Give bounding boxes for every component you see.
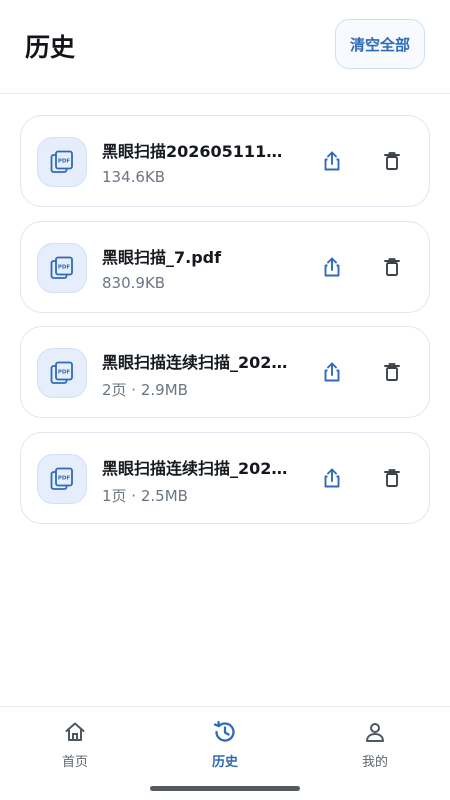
app-header: 历史 清空全部 xyxy=(0,0,450,94)
history-file-card[interactable]: PDF 黑眼扫描20260511151… 134.6KB xyxy=(20,115,430,207)
pdf-icon-text: PDF xyxy=(58,264,71,270)
share-icon xyxy=(324,151,340,171)
share-icon xyxy=(324,257,340,276)
nav-label-profile: 我的 xyxy=(361,755,388,770)
nav-item-home[interactable]: 首页 xyxy=(35,719,115,775)
home-indicator xyxy=(150,786,300,791)
trash-icon xyxy=(384,468,400,487)
file-name: 黑眼扫描连续扫描_202… xyxy=(102,353,288,372)
nav-item-profile[interactable]: 我的 xyxy=(335,719,415,775)
pdf-icon-text: PDF xyxy=(58,475,71,481)
history-list: PDF 黑眼扫描20260511151… 134.6KB PDF 黑眼扫描_7.… xyxy=(20,115,430,537)
page-title: 历史 xyxy=(25,33,76,62)
person-icon xyxy=(362,719,388,745)
trash-icon xyxy=(384,363,400,381)
file-meta: 2页 · 2.9MB xyxy=(102,381,188,399)
share-icon xyxy=(324,468,340,487)
file-meta: 830.9KB xyxy=(102,273,166,292)
file-name: 黑眼扫描_7.pdf xyxy=(102,247,222,267)
share-button[interactable] xyxy=(317,357,347,387)
delete-button[interactable] xyxy=(377,252,407,282)
share-button[interactable] xyxy=(317,146,347,176)
share-button[interactable] xyxy=(317,252,347,282)
clear-all-button[interactable]: 清空全部 xyxy=(335,19,425,69)
share-icon xyxy=(324,362,340,382)
pdf-icon-text: PDF xyxy=(58,159,71,165)
share-button[interactable] xyxy=(317,463,347,493)
nav-label-home: 首页 xyxy=(61,755,88,770)
file-name: 黑眼扫描20260511151… xyxy=(102,142,292,161)
history-file-card[interactable]: PDF 黑眼扫描连续扫描_202… 2页 · 2.9MB xyxy=(20,326,430,418)
home-icon xyxy=(62,719,88,745)
pdf-file-icon: PDF xyxy=(37,453,87,504)
nav-label-history: 历史 xyxy=(211,755,238,770)
history-icon xyxy=(212,719,238,745)
delete-button[interactable] xyxy=(377,463,407,493)
pdf-file-icon: PDF xyxy=(37,242,87,293)
trash-icon xyxy=(384,152,400,170)
pdf-icon-text: PDF xyxy=(58,370,71,376)
trash-icon xyxy=(384,257,400,276)
file-name: 黑眼扫描连续扫描_202… xyxy=(102,458,288,478)
pdf-file-icon: PDF xyxy=(37,348,87,398)
pdf-file-icon: PDF xyxy=(37,137,87,187)
delete-button[interactable] xyxy=(377,146,407,176)
nav-item-history[interactable]: 历史 xyxy=(185,719,265,775)
history-file-card[interactable]: PDF 黑眼扫描连续扫描_202… 1页 · 2.5MB xyxy=(20,431,430,524)
history-file-card[interactable]: PDF 黑眼扫描_7.pdf 830.9KB xyxy=(20,220,430,313)
file-meta: 1页 · 2.5MB xyxy=(102,486,188,505)
delete-button[interactable] xyxy=(377,357,407,387)
file-meta: 134.6KB xyxy=(102,168,166,186)
